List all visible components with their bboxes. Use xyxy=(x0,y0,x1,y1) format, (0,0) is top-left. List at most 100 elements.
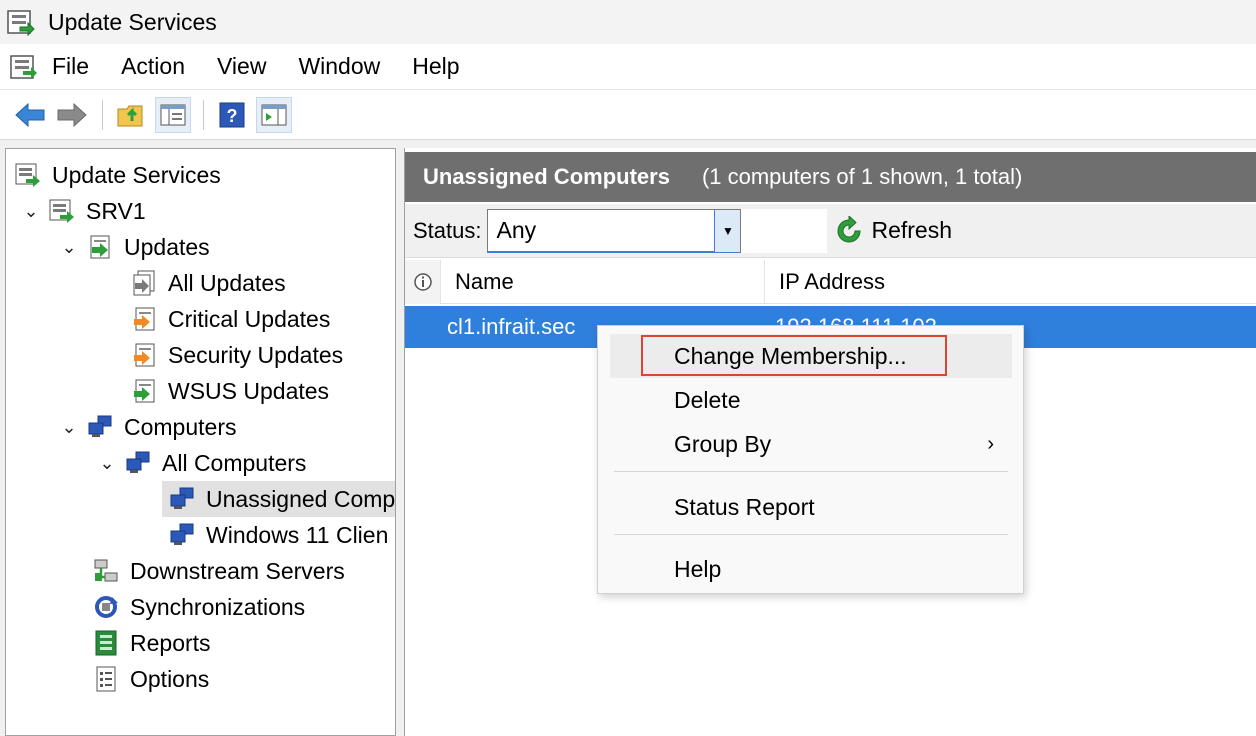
tree-item-label: Options xyxy=(130,665,210,692)
highlight-annotation xyxy=(641,335,947,376)
tree-item-reports[interactable]: Reports xyxy=(92,625,211,661)
action-pane-button[interactable] xyxy=(256,96,292,133)
tree-item-label: Unassigned Comp xyxy=(206,485,396,512)
updates-icon xyxy=(90,235,110,259)
forward-arrow-icon xyxy=(57,102,87,127)
help-icon: ? xyxy=(219,102,245,127)
up-level-button[interactable] xyxy=(113,97,149,133)
help-button[interactable]: ? xyxy=(214,97,250,133)
column-headers: Name IP Address xyxy=(405,259,1256,304)
forward-button[interactable] xyxy=(54,97,90,133)
tree-item-computers[interactable]: ⌄ Computers xyxy=(58,409,236,445)
menu-file[interactable]: File xyxy=(52,53,89,80)
downstream-servers-icon xyxy=(94,559,118,582)
menu-item-label: Help xyxy=(674,555,722,582)
computers-icon xyxy=(126,451,150,473)
back-button[interactable] xyxy=(12,97,48,133)
menu-item-group-by[interactable]: Group By › xyxy=(610,422,1012,466)
synchronizations-icon xyxy=(95,596,118,618)
details-count: (1 computers of 1 shown, 1 total) xyxy=(701,164,1023,189)
menu-item-status-report[interactable]: Status Report xyxy=(610,485,1012,529)
wsus-updates-icon xyxy=(134,379,155,403)
computers-icon xyxy=(170,523,194,545)
title-bar: Update Services xyxy=(0,0,1256,44)
tree-item-wsus-updates[interactable]: WSUS Updates xyxy=(130,373,329,409)
toolbar: ? xyxy=(0,90,1256,140)
filter-bar: Status: Any ▼ Refresh xyxy=(405,204,1256,258)
back-arrow-icon xyxy=(15,102,45,127)
menu-help[interactable]: Help xyxy=(412,53,459,80)
show-hide-tree-button[interactable] xyxy=(155,96,191,133)
update-services-icon xyxy=(15,163,40,187)
chevron-right-icon: › xyxy=(987,432,994,455)
tree-item-all-updates[interactable]: All Updates xyxy=(130,265,286,301)
menu-item-label: Status Report xyxy=(674,493,815,520)
critical-updates-icon xyxy=(134,307,155,331)
up-folder-icon xyxy=(117,105,143,126)
options-icon xyxy=(96,666,116,692)
window-title: Update Services xyxy=(48,8,217,35)
tree-item-security-updates[interactable]: Security Updates xyxy=(130,337,343,373)
tree-item-synchronizations[interactable]: Synchronizations xyxy=(92,589,305,625)
menu-item-label: Delete xyxy=(674,386,741,413)
refresh-label: Refresh xyxy=(871,217,953,243)
tree-item-label: SRV1 xyxy=(86,197,146,224)
status-label: Status: xyxy=(413,217,482,243)
column-header-ip-address[interactable]: IP Address xyxy=(765,269,885,295)
toolbar-separator xyxy=(203,99,204,130)
tree-item-label: Updates xyxy=(124,233,210,260)
system-menu-icon[interactable] xyxy=(8,51,40,83)
refresh-icon xyxy=(838,215,861,242)
tree-item-critical-updates[interactable]: Critical Updates xyxy=(130,301,330,337)
info-column-header[interactable] xyxy=(405,259,441,304)
chevron-down-icon[interactable]: ⌄ xyxy=(20,201,42,222)
menu-action[interactable]: Action xyxy=(121,53,185,80)
column-header-name[interactable]: Name xyxy=(441,259,765,304)
chevron-down-icon[interactable]: ⌄ xyxy=(58,237,80,258)
tree-item-updates[interactable]: ⌄ Updates xyxy=(58,229,210,265)
pane-splitter[interactable] xyxy=(396,148,405,736)
tree-item-unassigned-computers[interactable]: Unassigned Comp xyxy=(162,481,395,517)
action-pane-icon xyxy=(261,104,287,125)
show-hide-tree-icon xyxy=(160,104,186,125)
filter-spacer xyxy=(741,208,828,253)
tree-item-label: Downstream Servers xyxy=(130,557,345,584)
tree-item-label: Computers xyxy=(124,413,237,440)
tree-item-label: Critical Updates xyxy=(168,305,331,332)
info-icon xyxy=(413,272,432,291)
tree-item-label: All Computers xyxy=(162,449,307,476)
menu-window[interactable]: Window xyxy=(298,53,380,80)
tree-item-label: Security Updates xyxy=(168,341,344,368)
reports-icon xyxy=(95,630,117,656)
menu-bar: File Action View Window Help xyxy=(0,44,1256,90)
dropdown-arrow-icon[interactable]: ▼ xyxy=(714,209,741,252)
svg-text:?: ? xyxy=(227,106,238,126)
menu-item-label: Group By xyxy=(674,430,772,457)
menu-item-delete[interactable]: Delete xyxy=(610,378,1012,422)
chevron-down-icon[interactable]: ⌄ xyxy=(96,453,118,474)
tree-item-label: Update Services xyxy=(52,161,221,188)
tree-item-label: Windows 11 Clien xyxy=(206,521,389,548)
details-header: Unassigned Computers (1 computers of 1 s… xyxy=(405,152,1256,202)
tree-item-windows-11-clients[interactable]: Windows 11 Clien xyxy=(168,517,388,553)
menu-view[interactable]: View xyxy=(217,53,266,80)
navigation-tree: Update Services ⌄ SRV1 ⌄ Updates All Upd… xyxy=(5,148,396,736)
menu-separator xyxy=(614,534,1008,535)
tree-item-downstream-servers[interactable]: Downstream Servers xyxy=(92,553,345,589)
security-updates-icon xyxy=(134,343,155,367)
computers-icon xyxy=(88,415,112,437)
refresh-button[interactable]: Refresh xyxy=(833,215,953,246)
status-dropdown[interactable]: Any ▼ xyxy=(487,208,742,253)
tree-item-options[interactable]: Options xyxy=(92,661,209,697)
tree-item-update-services[interactable]: Update Services xyxy=(14,157,221,193)
toolbar-separator xyxy=(102,99,103,130)
menu-item-help[interactable]: Help xyxy=(610,547,1012,591)
update-services-icon xyxy=(7,10,35,37)
tree-item-all-computers[interactable]: ⌄ All Computers xyxy=(96,445,306,481)
menu-separator xyxy=(614,471,1008,472)
tree-item-srv1[interactable]: ⌄ SRV1 xyxy=(20,193,146,229)
tree-item-label: WSUS Updates xyxy=(168,377,330,404)
status-value: Any xyxy=(496,216,537,243)
chevron-down-icon[interactable]: ⌄ xyxy=(58,417,80,438)
details-title: Unassigned Computers xyxy=(423,164,670,189)
